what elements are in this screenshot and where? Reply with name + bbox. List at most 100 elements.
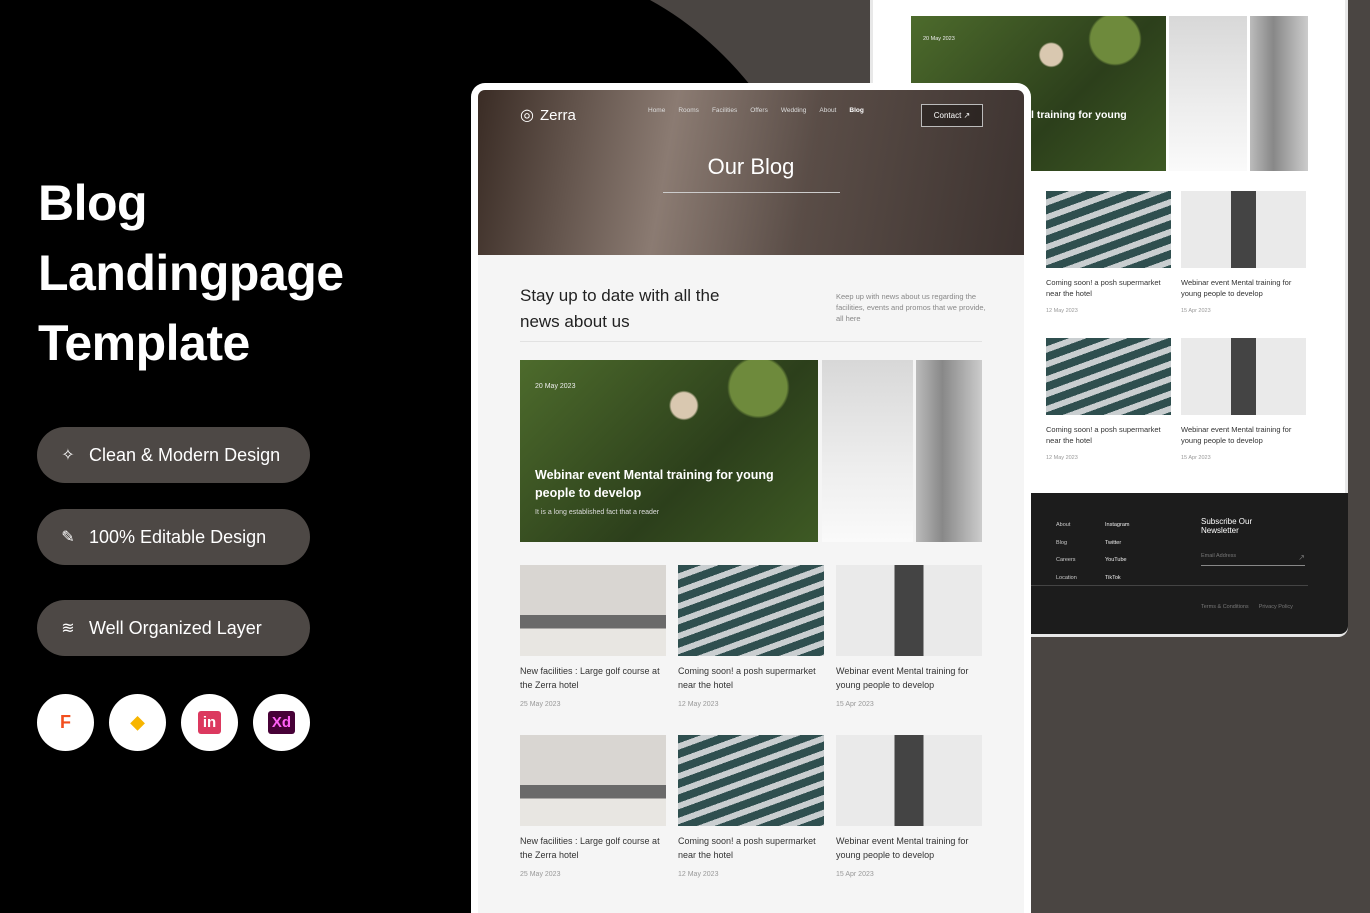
- post-image: [836, 735, 982, 826]
- post-date: 15 Apr 2023: [1181, 455, 1211, 461]
- post-card[interactable]: Webinar event Mental training for young …: [1181, 191, 1306, 314]
- post-card[interactable]: Coming soon! a posh supermarket near the…: [678, 735, 824, 878]
- post-date: 25 May 2023: [520, 701, 561, 708]
- post-image: [1181, 191, 1306, 268]
- arrow-icon[interactable]: ↗: [1298, 553, 1305, 562]
- featured-date: 20 May 2023: [535, 383, 576, 390]
- post-title: Webinar event Mental training for young …: [1181, 278, 1292, 298]
- post-image: [678, 565, 824, 656]
- intro-heading: Stay up to date with all the news about …: [520, 286, 720, 331]
- newsletter-title: Subscribe Our Newsletter: [1201, 517, 1253, 535]
- post-date: 12 May 2023: [1046, 308, 1078, 314]
- nav-blog[interactable]: Blog: [849, 107, 863, 114]
- post-image: [678, 735, 824, 826]
- side-image: [1169, 16, 1247, 171]
- divider: [520, 341, 982, 342]
- logo-icon: ◎: [520, 107, 534, 124]
- side-image: [822, 360, 913, 542]
- featured-subtitle: It is a long established fact that a rea…: [535, 509, 660, 516]
- post-card[interactable]: Webinar event Mental training for young …: [1181, 338, 1306, 461]
- nav-home[interactable]: Home: [648, 107, 665, 114]
- title-line: Landingpage: [38, 245, 344, 301]
- xd-icon: Xd: [253, 694, 310, 751]
- logo[interactable]: ◎ Zerra: [520, 105, 576, 125]
- contact-button[interactable]: Contact ↗: [921, 104, 983, 127]
- post-card[interactable]: New facilities : Large golf course at th…: [520, 735, 666, 878]
- post-date: 12 May 2023: [678, 701, 719, 708]
- post-image: [1046, 191, 1171, 268]
- title-line: Template: [38, 315, 250, 371]
- footer-link[interactable]: Instagram: [1105, 517, 1129, 535]
- post-title: Coming soon! a posh supermarket near the…: [678, 666, 816, 690]
- promo-title: Blog Landingpage Template: [38, 168, 344, 378]
- feature-pill: ✎ 100% Editable Design: [37, 509, 310, 565]
- nav-facilities[interactable]: Facilities: [712, 107, 737, 114]
- feature-label: Well Organized Layer: [89, 617, 262, 638]
- post-image: [1181, 338, 1306, 415]
- email-field[interactable]: Email Address ↗: [1201, 553, 1305, 566]
- footer-col-1: About Blog Careers Location: [1056, 517, 1077, 587]
- nav-about[interactable]: About: [819, 107, 836, 114]
- xd-glyph: Xd: [267, 711, 296, 734]
- post-card[interactable]: Coming soon! a posh supermarket near the…: [678, 565, 824, 708]
- post-date: 12 May 2023: [1046, 455, 1078, 461]
- post-card[interactable]: Webinar event Mental training for young …: [836, 735, 982, 878]
- side-image: [916, 360, 982, 542]
- magic-wand-icon: ✧: [61, 447, 75, 464]
- post-card[interactable]: Webinar event Mental training for young …: [836, 565, 982, 708]
- front-mockup: ◎ Zerra Home Rooms Facilities Offers Wedd…: [471, 83, 1031, 913]
- figma-icon: F: [37, 694, 94, 751]
- intro-text: Keep up with news about us regarding the…: [836, 292, 986, 323]
- post-date: 15 Apr 2023: [836, 701, 874, 708]
- post-title: Webinar event Mental training for young …: [1181, 425, 1292, 445]
- post-date: 15 Apr 2023: [836, 871, 874, 878]
- featured-title: Webinar event Mental training for young …: [535, 468, 774, 500]
- post-card[interactable]: Coming soon! a posh supermarket near the…: [1046, 191, 1171, 314]
- feature-label: 100% Editable Design: [89, 526, 267, 547]
- footer-col-2: Instagram Twitter YouTube TikTok: [1105, 517, 1129, 587]
- nav-wedding[interactable]: Wedding: [781, 107, 807, 114]
- post-card[interactable]: New facilities : Large golf course at th…: [520, 565, 666, 708]
- main-nav: Home Rooms Facilities Offers Wedding Abo…: [648, 107, 864, 114]
- post-image: [520, 565, 666, 656]
- terms-link[interactable]: Terms & Conditions: [1201, 604, 1249, 610]
- feature-label: Clean & Modern Design: [89, 444, 281, 465]
- app-icons: F ◆ in Xd: [37, 694, 310, 751]
- featured-title: l training for young: [1031, 109, 1127, 121]
- post-title: Webinar event Mental training for young …: [836, 836, 969, 860]
- footer-link[interactable]: About: [1056, 517, 1077, 535]
- featured-date: 20 May 2023: [923, 36, 955, 42]
- nav-rooms[interactable]: Rooms: [678, 107, 699, 114]
- title-line: Blog: [38, 175, 148, 231]
- post-title: Coming soon! a posh supermarket near the…: [1046, 425, 1161, 445]
- feature-pill: ≋ Well Organized Layer: [37, 600, 310, 656]
- footer-link[interactable]: Blog: [1056, 535, 1077, 553]
- layers-icon: ≋: [61, 620, 75, 637]
- post-image: [520, 735, 666, 826]
- privacy-link[interactable]: Privacy Policy: [1259, 604, 1293, 610]
- brand-name: Zerra: [539, 106, 576, 124]
- legal-links: Terms & Conditions Privacy Policy: [1201, 604, 1293, 610]
- post-date: 15 Apr 2023: [1181, 308, 1211, 314]
- invision-icon: in: [181, 694, 238, 751]
- title-underline: [663, 192, 840, 193]
- post-image: [836, 565, 982, 656]
- featured-post[interactable]: 20 May 2023 Webinar event Mental trainin…: [520, 360, 818, 542]
- post-card[interactable]: Coming soon! a posh supermarket near the…: [1046, 338, 1171, 461]
- post-title: Coming soon! a posh supermarket near the…: [1046, 278, 1161, 298]
- post-image: [1046, 338, 1171, 415]
- footer-link[interactable]: Twitter: [1105, 535, 1129, 553]
- feature-pill: ✧ Clean & Modern Design: [37, 427, 310, 483]
- nav-offers[interactable]: Offers: [750, 107, 768, 114]
- blog-header: ◎ Zerra Home Rooms Facilities Offers Wedd…: [478, 90, 1024, 255]
- side-image: [1250, 16, 1308, 171]
- footer-link[interactable]: Careers: [1056, 552, 1077, 570]
- invision-glyph: in: [197, 711, 222, 734]
- post-title: New facilities : Large golf course at th…: [520, 666, 660, 690]
- pen-tool-icon: ✎: [61, 529, 75, 546]
- email-placeholder: Email Address: [1201, 553, 1237, 559]
- sketch-icon: ◆: [109, 694, 166, 751]
- divider: [1030, 585, 1308, 586]
- footer-link[interactable]: YouTube: [1105, 552, 1129, 570]
- footer: About Blog Careers Location Instagram Twitte…: [1030, 493, 1348, 634]
